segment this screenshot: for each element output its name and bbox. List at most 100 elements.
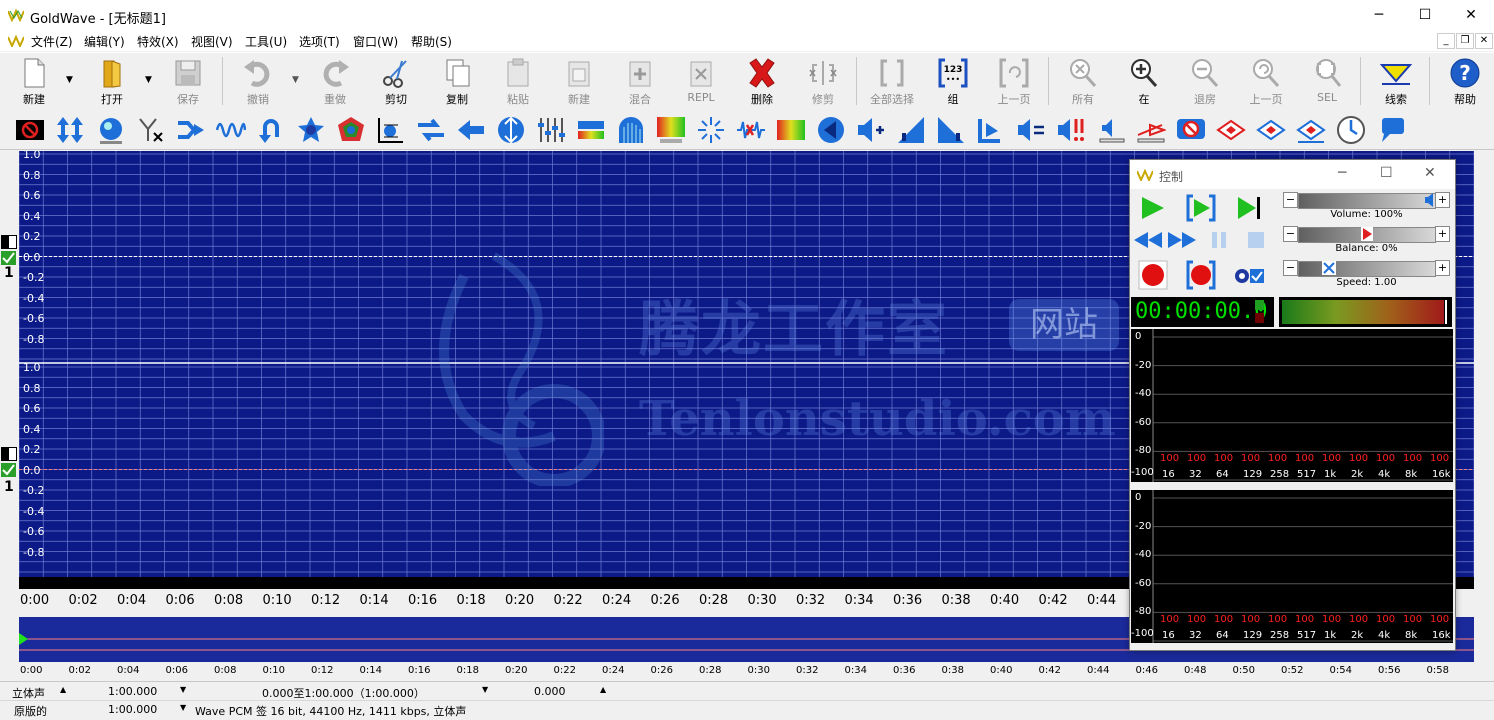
channel-1-select[interactable] <box>1 235 17 249</box>
effect-doppler-icon[interactable] <box>616 115 646 145</box>
selection-dropdown-icon[interactable]: ▼ <box>482 685 488 694</box>
cue-button[interactable]: 线索 <box>1368 53 1424 109</box>
effect-equalizer-icon[interactable] <box>376 115 406 145</box>
pause-icon[interactable] <box>1210 230 1230 250</box>
copy-button[interactable]: 复制 <box>429 53 485 109</box>
speed-thumb-icon[interactable] <box>1322 261 1336 275</box>
effect-volume-match-icon[interactable] <box>1016 115 1046 145</box>
record-selection-icon[interactable] <box>1186 260 1216 290</box>
effect-stereo-icon[interactable] <box>1136 115 1166 145</box>
cut-button[interactable]: 剪切 <box>368 53 424 109</box>
channel-1-enable-checkbox[interactable] <box>1 251 16 265</box>
fast-forward-icon[interactable] <box>1166 230 1198 250</box>
monitor-recording-icon[interactable] <box>1234 266 1264 286</box>
effect-spatial-icon[interactable] <box>696 115 726 145</box>
group-button[interactable]: 123 ••• 组 <box>925 53 981 109</box>
effect-spectrum-icon[interactable] <box>776 115 806 145</box>
menu-options[interactable]: 选项(T) <box>299 33 340 50</box>
stop-icon[interactable] <box>1246 230 1266 250</box>
menu-window[interactable]: 窗口(W) <box>353 33 398 50</box>
effect-pitch-icon[interactable] <box>216 115 246 145</box>
effect-silence-reduction-icon[interactable] <box>736 115 766 145</box>
play-selection-icon[interactable] <box>1186 194 1216 222</box>
play-to-end-icon[interactable] <box>1234 194 1264 222</box>
effect-noise-gate-icon[interactable] <box>15 115 45 145</box>
zoom-all-button[interactable]: 所有 <box>1055 53 1111 109</box>
save-button[interactable]: 保存 <box>160 53 216 109</box>
effect-normalize-icon[interactable] <box>1056 115 1086 145</box>
menu-edit[interactable]: 编辑(Y) <box>84 33 125 50</box>
channel-2-select[interactable] <box>1 447 17 461</box>
mdi-minimize-button[interactable]: _ <box>1437 33 1455 49</box>
volume-decrease-button[interactable]: − <box>1283 192 1298 208</box>
length-dropdown-icon[interactable]: ▼ <box>180 685 186 694</box>
menu-effects[interactable]: 特效(X) <box>137 33 179 50</box>
effect-channel-left-icon[interactable] <box>1216 115 1246 145</box>
menu-tools[interactable]: 工具(U) <box>245 33 287 50</box>
menu-view[interactable]: 视图(V) <box>191 33 233 50</box>
paste-button[interactable]: 粘贴 <box>490 53 546 109</box>
effect-spectrum-filter-icon[interactable] <box>656 115 686 145</box>
paste-new-button[interactable]: 新建 <box>551 53 607 109</box>
effect-fade-in-shape-icon[interactable] <box>936 115 966 145</box>
effect-channel-mixer-icon[interactable] <box>136 115 166 145</box>
effect-volume-change-icon[interactable] <box>856 115 886 145</box>
effect-swap-channels-icon[interactable] <box>416 115 446 145</box>
effect-silence-icon[interactable] <box>1176 115 1206 145</box>
redo-button[interactable]: 重做 <box>307 53 363 109</box>
effect-compressor-icon[interactable] <box>576 115 606 145</box>
effect-maximize-volume-icon[interactable] <box>55 115 85 145</box>
effect-fade-out-icon[interactable] <box>896 115 926 145</box>
speed-slider[interactable]: − + <box>1283 260 1450 277</box>
speed-increase-button[interactable]: + <box>1435 260 1450 276</box>
effect-marker-icon[interactable] <box>976 115 1006 145</box>
menu-help[interactable]: 帮助(S) <box>411 33 452 50</box>
previous-page-button[interactable]: 上一页 <box>986 53 1042 109</box>
volume-increase-button[interactable]: + <box>1435 192 1450 208</box>
effect-auto-gain-icon[interactable] <box>96 115 126 145</box>
effect-offset-icon[interactable] <box>456 115 486 145</box>
effect-reverse-icon[interactable] <box>256 115 286 145</box>
effect-channel-center-icon[interactable] <box>1256 115 1286 145</box>
minimize-button[interactable]: ─ <box>1356 0 1402 31</box>
speed-decrease-button[interactable]: − <box>1283 260 1298 276</box>
balance-decrease-button[interactable]: − <box>1283 226 1298 242</box>
balance-thumb-icon[interactable] <box>1361 227 1373 241</box>
channels-spin-icon[interactable]: ▲ <box>60 685 66 694</box>
undo-button[interactable]: 撤销 <box>230 53 286 109</box>
replace-button[interactable]: REPL <box>673 53 729 109</box>
delete-button[interactable]: 删除 <box>734 53 790 109</box>
menu-file[interactable]: 文件(Z) <box>31 33 73 50</box>
effect-echo-icon[interactable] <box>296 115 326 145</box>
close-button[interactable]: ✕ <box>1448 0 1494 31</box>
effect-invert-icon[interactable] <box>496 115 526 145</box>
effect-channel-right-icon[interactable] <box>1296 115 1326 145</box>
balance-increase-button[interactable]: + <box>1435 226 1450 242</box>
mdi-restore-button[interactable]: ❐ <box>1456 33 1474 49</box>
undo-dropdown-icon[interactable]: ▼ <box>292 75 299 85</box>
effect-speech-icon[interactable] <box>1376 115 1406 145</box>
channel-2-enable-checkbox[interactable] <box>1 463 16 477</box>
effect-filter-icon[interactable] <box>336 115 366 145</box>
rewind-icon[interactable] <box>1132 230 1164 250</box>
new-dropdown-icon[interactable]: ▼ <box>66 75 73 85</box>
control-close-button[interactable]: ✕ <box>1424 165 1436 181</box>
zoom-previous-button[interactable]: 上一页 <box>1238 53 1294 109</box>
mix-button[interactable]: 混合 <box>612 53 668 109</box>
volume-slider[interactable]: − + <box>1283 192 1450 209</box>
trim-button[interactable]: 修剪 <box>795 53 851 109</box>
record-icon[interactable] <box>1138 260 1168 290</box>
control-maximize-button[interactable]: ☐ <box>1380 165 1393 181</box>
help-button[interactable]: ? 帮助 <box>1437 53 1493 109</box>
effect-playback-rate-icon[interactable] <box>1096 115 1126 145</box>
zoom-selection-button[interactable]: SEL <box>1299 53 1355 109</box>
balance-slider[interactable]: − + <box>1283 226 1450 243</box>
zoom-out-button[interactable]: 退房 <box>1177 53 1233 109</box>
effect-fade-in-icon[interactable] <box>816 115 846 145</box>
open-dropdown-icon[interactable]: ▼ <box>145 75 152 85</box>
original-dropdown-icon[interactable]: ▼ <box>180 703 186 712</box>
effect-merge-icon[interactable] <box>176 115 206 145</box>
maximize-button[interactable]: ☐ <box>1402 0 1448 31</box>
new-button[interactable]: 新建 <box>6 53 62 109</box>
zoom-in-button[interactable]: 在 <box>1116 53 1172 109</box>
